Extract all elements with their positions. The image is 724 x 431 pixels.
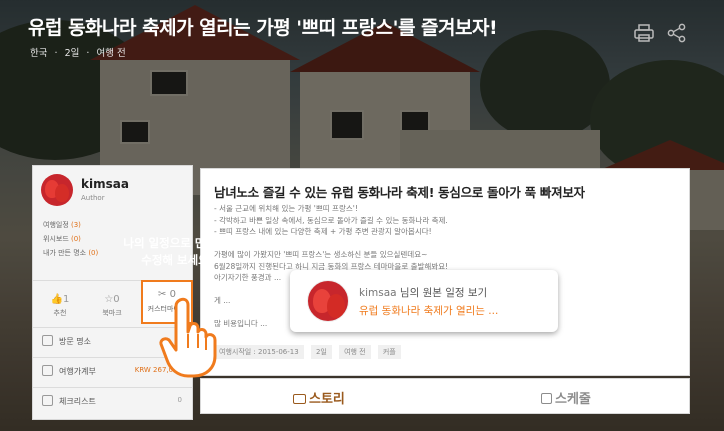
guide-tooltip: 나의 일정으로 만들어 수정해 보세요 (123, 236, 227, 267)
like-label: 추천 (53, 309, 67, 317)
page-title: 유럽 동화나라 축제가 열리는 가평 '쁘띠 프랑스'를 즐겨보자! (28, 17, 498, 39)
checklist-row[interactable]: 체크리스트 0 (33, 387, 192, 413)
author-role: Author (81, 194, 105, 202)
profile-links: 여행일정 (3) 위시보드 (0) 내가 만든 명소 (0) (43, 218, 98, 260)
pin-icon (42, 335, 53, 346)
tag-days[interactable]: 2일 (310, 345, 332, 359)
like-icon: 👍1 (50, 294, 70, 305)
schedule-icon (541, 393, 552, 404)
trip-meta: 한국 · 2일 · 여행 전 (30, 45, 130, 59)
story-icon (293, 394, 306, 404)
profile-link-my-spots[interactable]: 내가 만든 명소 (0) (43, 246, 98, 260)
article-tags: 여행시작일 : 2015-06-13 2일 여행 전 커플 (214, 345, 406, 359)
meta-dot: · (86, 48, 90, 59)
like-button[interactable]: 👍1 추천 (37, 288, 83, 326)
tab-story[interactable]: 스토리 (293, 388, 345, 407)
bookmark-button[interactable]: ☆0 북마크 (89, 288, 135, 326)
profile-link-wishboard[interactable]: 위시보드 (0) (43, 232, 98, 246)
meta-dot: · (54, 48, 58, 59)
tab-schedule[interactable]: 스케줄 (541, 388, 591, 407)
meta-country: 한국 (30, 48, 48, 59)
content-tabs: 스토리 스케줄 (200, 378, 690, 414)
callout-owner: kimsaa 님의 원본 일정 보기 (359, 287, 488, 299)
meta-days: 2일 (64, 48, 80, 59)
tag-status[interactable]: 여행 전 (339, 345, 371, 359)
page: 유럽 동화나라 축제가 열리는 가평 '쁘띠 프랑스'를 즐겨보자! 한국 · … (0, 0, 724, 431)
print-icon[interactable] (633, 23, 655, 43)
wallet-icon (42, 365, 53, 376)
profile-link-itinerary[interactable]: 여행일정 (3) (43, 218, 98, 232)
article-title: 남녀노소 즐길 수 있는 유럽 동화나라 축제! 동심으로 돌아가 푹 빠져보자 (214, 185, 585, 200)
original-itinerary-link[interactable]: 유럽 동화나라 축제가 열리는 ... (359, 303, 498, 318)
meta-status: 여행 전 (96, 48, 126, 59)
avatar[interactable] (41, 174, 73, 206)
bookmark-icon: ☆0 (104, 294, 120, 305)
callout-avatar (307, 280, 349, 322)
bookmark-label: 북마크 (102, 309, 122, 317)
share-icon[interactable] (666, 23, 688, 43)
pointing-hand-icon (159, 297, 217, 378)
tag-couple[interactable]: 커플 (377, 345, 401, 359)
original-itinerary-callout[interactable]: kimsaa 님의 원본 일정 보기 유럽 동화나라 축제가 열리는 ... (290, 270, 558, 332)
arrow-right-icon (230, 290, 262, 312)
checklist-icon (42, 395, 53, 406)
author-name[interactable]: kimsaa (81, 177, 129, 191)
